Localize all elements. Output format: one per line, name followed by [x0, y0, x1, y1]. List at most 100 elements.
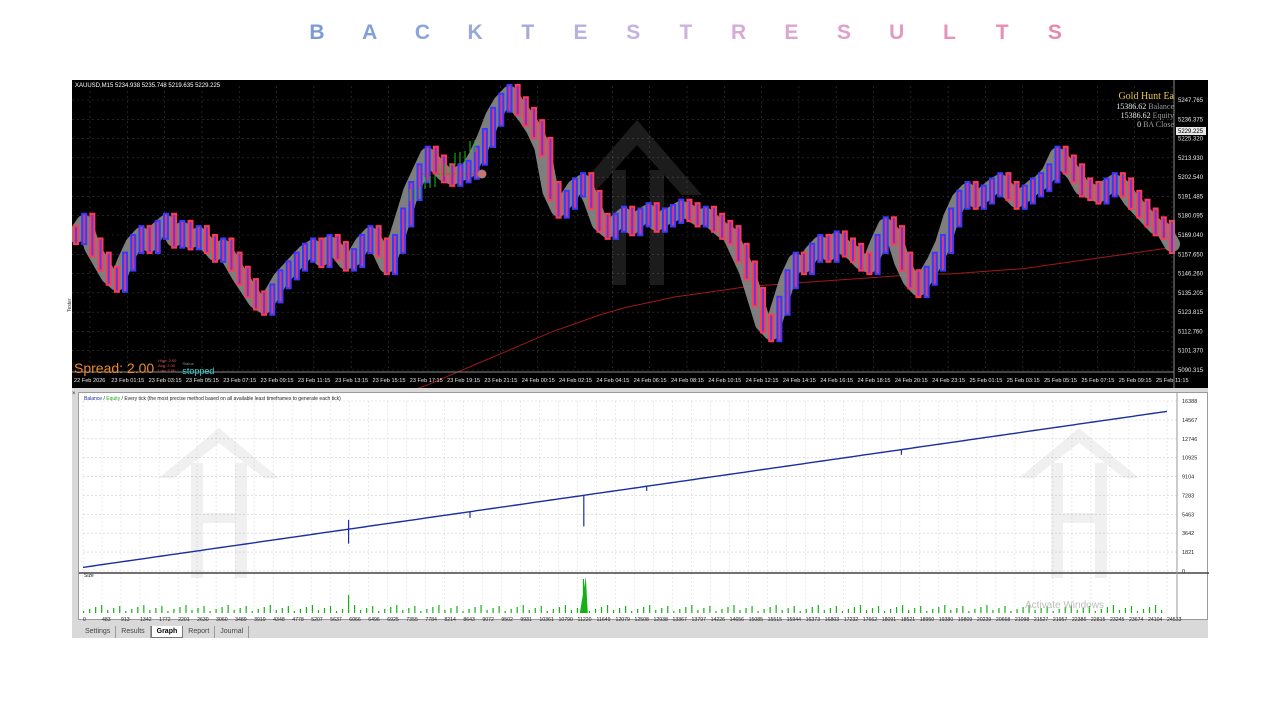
- volume-bar: [751, 606, 753, 613]
- graph-x-tick: 1772: [159, 617, 171, 621]
- time-axis-tick: 24 Feb 00:15: [522, 378, 555, 384]
- price-candle-detail: [565, 191, 568, 217]
- time-axis-tick: 23 Feb 07:15: [223, 378, 256, 384]
- volume-bar: [1154, 605, 1157, 613]
- price-candle-detail: [99, 239, 102, 270]
- time-axis-tick: 24 Feb 10:15: [708, 378, 741, 384]
- price-candle-detail: [132, 235, 135, 270]
- tab-report[interactable]: Report: [183, 626, 216, 638]
- balance-line: 15386.62 Balance: [1116, 102, 1174, 111]
- volume-bar: [600, 607, 603, 613]
- price-candle-detail: [336, 235, 339, 260]
- graph-x-tick: 4778: [292, 617, 304, 621]
- volume-bar: [625, 606, 627, 613]
- volume-bar: [932, 609, 934, 613]
- volume-bar: [203, 606, 205, 613]
- time-axis-tick: 25 Feb 05:15: [1044, 378, 1077, 384]
- price-candle-detail: [1007, 174, 1010, 199]
- graph-y-tick: 12746: [1182, 437, 1197, 443]
- volume-bar: [432, 607, 434, 613]
- price-candle-detail: [459, 165, 462, 185]
- volume-bar: [631, 611, 633, 613]
- headline-letter: A: [362, 21, 378, 44]
- time-axis-tick: 24 Feb 04:15: [596, 378, 629, 384]
- time-axis-tick: 25 Feb 07:15: [1081, 378, 1114, 384]
- price-candle-detail: [426, 147, 429, 182]
- caption-balance: Balance: [84, 396, 103, 402]
- price-candle-detail: [189, 221, 192, 249]
- current-price-label: 5229.225: [1178, 129, 1204, 135]
- graph-x-tick: 18521: [901, 617, 916, 621]
- tab-results[interactable]: Results: [116, 626, 151, 638]
- volume-bar: [299, 609, 301, 613]
- volume-bar: [799, 611, 801, 613]
- price-candle-detail: [672, 205, 675, 226]
- price-candle-detail: [925, 267, 928, 297]
- price-candle-detail: [827, 235, 830, 261]
- volume-bar: [588, 611, 591, 613]
- graph-x-tick: 16803: [825, 617, 840, 621]
- time-axis-tick: 25 Feb 11:15: [1156, 378, 1189, 384]
- headline-letter: B: [309, 21, 325, 44]
- close-icon[interactable]: ×: [72, 391, 76, 397]
- tab-journal[interactable]: Journal: [215, 626, 250, 638]
- time-axis-tick: 23 Feb 13:15: [335, 378, 368, 384]
- price-candle-detail: [892, 218, 895, 244]
- price-candle-detail: [205, 227, 208, 252]
- price-candle-detail: [164, 214, 167, 238]
- graph-x-tick: 16373: [806, 617, 821, 621]
- tester-tabs: Settings Results Graph Report Journal: [80, 626, 250, 638]
- tester-graph[interactable]: 16388 14567 12746 10925 9104 7283 5463 3642 1821…: [78, 392, 1209, 621]
- price-candle-detail: [475, 147, 478, 178]
- volume-bar: [865, 610, 868, 613]
- price-candle-detail: [1064, 147, 1067, 173]
- price-candle-detail: [451, 165, 454, 185]
- headline-letter: T: [521, 21, 535, 44]
- price-chart[interactable]: 5247.765 5236.375 5225.320 5213.930 5202.540…: [72, 80, 1208, 388]
- price-candle-detail: [304, 244, 307, 270]
- time-axis-tick: 23 Feb 21:15: [484, 378, 517, 384]
- graph-x-tick: 12079: [615, 617, 630, 621]
- volume-bar: [962, 606, 964, 613]
- graph-x-tick: 5207: [311, 617, 323, 621]
- volume-bar: [480, 605, 482, 613]
- mt4-terminal-window: 5247.765 5236.375 5225.320 5213.930 5202.540…: [67, 80, 1209, 638]
- volume-bar: [191, 610, 193, 613]
- equity-value: 15386.62: [1120, 111, 1151, 120]
- price-candle-detail: [909, 253, 912, 288]
- volume-bar: [558, 607, 560, 613]
- price-candle-detail: [1162, 218, 1165, 238]
- price-candle-detail: [1072, 156, 1075, 182]
- graph-x-tick: 8643: [463, 617, 475, 621]
- price-candle-detail: [312, 239, 315, 261]
- graph-x-tick: 3489: [235, 617, 247, 621]
- price-candle-detail: [238, 253, 241, 284]
- volume-bar: [1010, 611, 1012, 613]
- tab-settings[interactable]: Settings: [80, 626, 117, 638]
- price-axis-tick: 5112.760: [1178, 329, 1203, 335]
- volume-bar: [877, 606, 880, 613]
- graph-x-tick: 10790: [558, 617, 573, 621]
- price-candle-detail: [762, 288, 765, 332]
- volume-bar: [179, 607, 181, 613]
- price-candle-detail: [115, 267, 118, 291]
- price-candle-detail: [770, 315, 773, 341]
- caption-equity: Equity: [106, 396, 121, 402]
- volume-bar: [956, 608, 958, 613]
- price-candle-detail: [295, 253, 298, 279]
- volume-bar: [1160, 610, 1163, 613]
- volume-bar: [516, 607, 518, 613]
- price-candle-detail: [639, 209, 642, 235]
- volume-bar: [456, 606, 458, 613]
- time-axis-tick: 24 Feb 06:15: [634, 378, 667, 384]
- graph-x-tick: 17662: [863, 617, 878, 621]
- volume-bar: [871, 608, 874, 613]
- tab-graph[interactable]: Graph: [150, 626, 184, 638]
- price-candle-detail: [524, 98, 527, 125]
- balance-label: Balance: [1148, 102, 1174, 111]
- price-candle-detail: [598, 191, 601, 231]
- volume-bar: [335, 611, 338, 613]
- volume-bar: [691, 605, 693, 613]
- price-candle-detail: [933, 253, 936, 284]
- price-candle-detail: [745, 244, 748, 279]
